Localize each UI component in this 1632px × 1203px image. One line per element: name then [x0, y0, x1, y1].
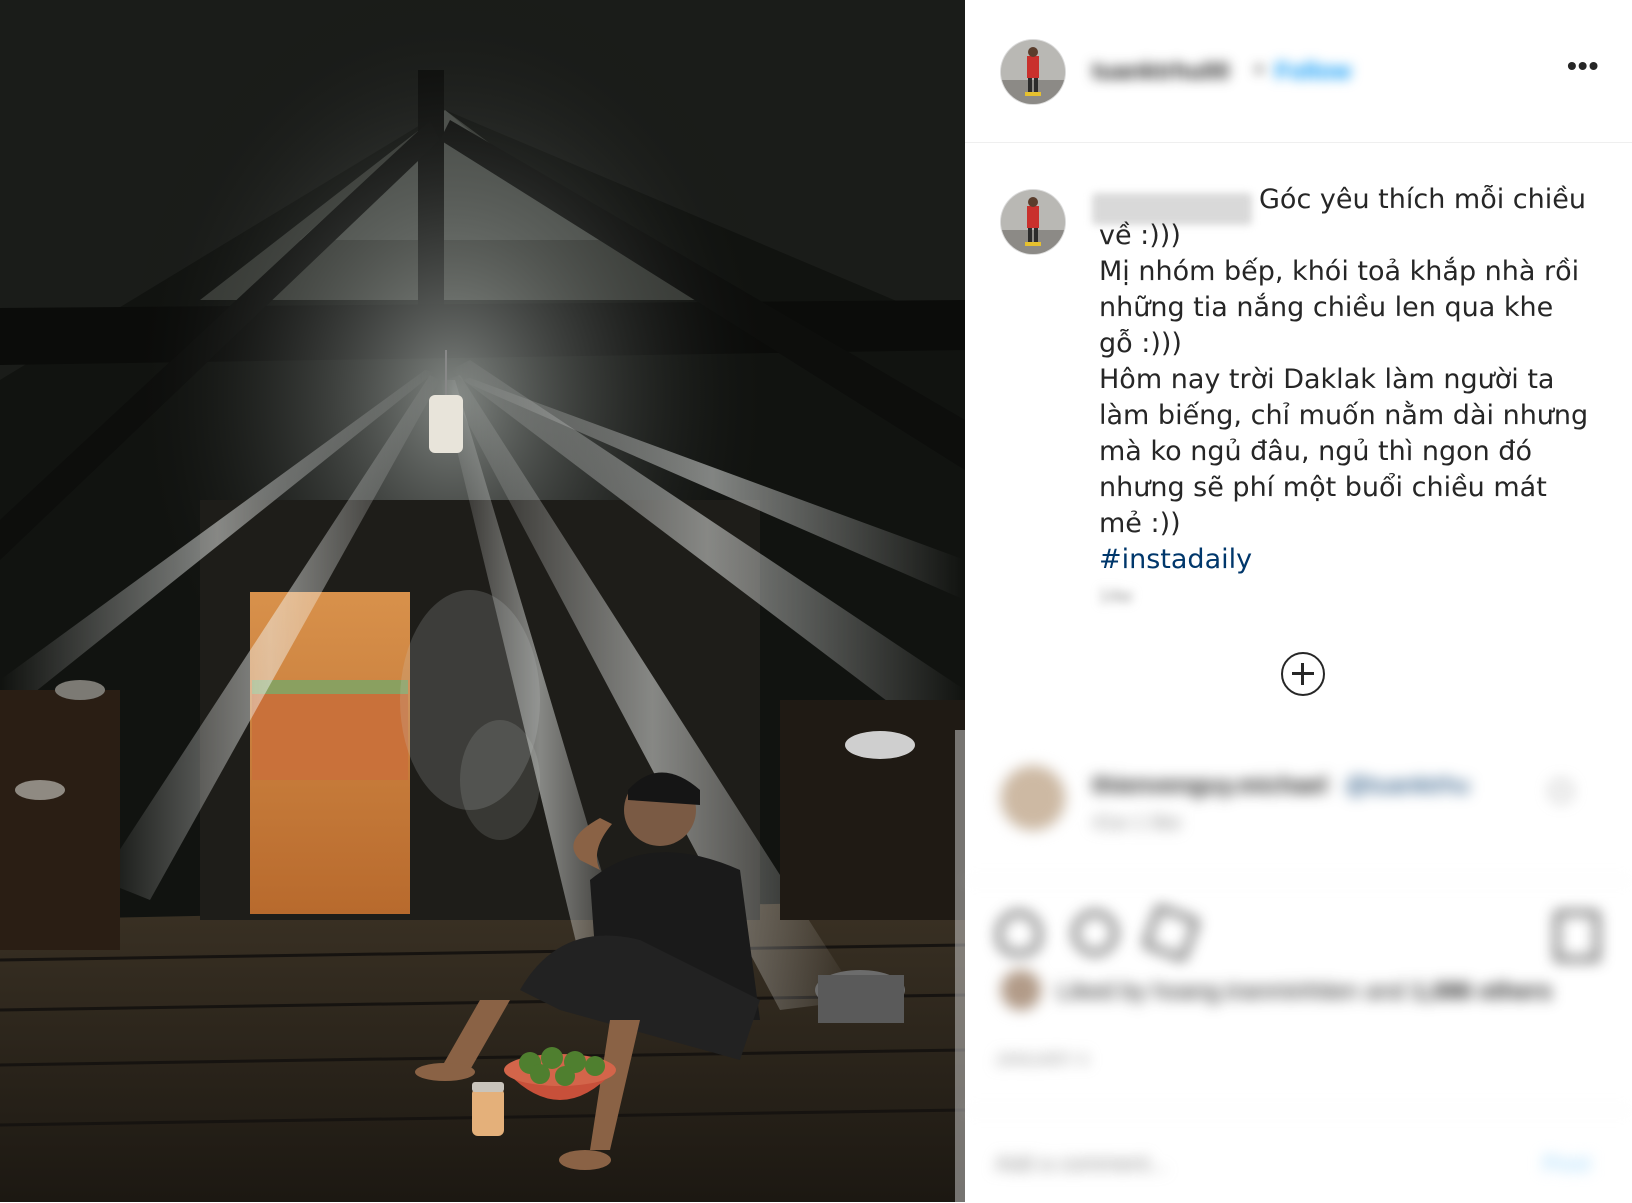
post-photo[interactable] — [0, 0, 965, 1202]
share-icon[interactable] — [1142, 904, 1200, 962]
post-side-panel: tuanktrhu00 • Follow ••• Góc yêu thích m… — [965, 0, 1632, 1202]
post-date: JANUARY 4 — [995, 1050, 1088, 1069]
follow-button[interactable]: Follow — [1275, 58, 1351, 86]
save-bookmark-icon[interactable] — [1555, 911, 1599, 961]
add-comment-input[interactable]: Add a comment... — [995, 1151, 1167, 1177]
comment-mention[interactable]: @tuanktrhu — [1345, 772, 1469, 800]
comment-like-icon[interactable] — [1550, 780, 1572, 802]
post-header: tuanktrhu00 • Follow ••• — [965, 0, 1632, 143]
separator-dot: • — [1255, 56, 1264, 83]
more-options-icon[interactable]: ••• — [1567, 52, 1599, 80]
caption-body: Góc yêu thích mỗi chiều về :))) Mị nhóm … — [1099, 184, 1589, 539]
load-more-comments-button[interactable] — [1281, 652, 1325, 696]
like-icon[interactable] — [997, 911, 1041, 955]
liker-avatar[interactable] — [1001, 970, 1041, 1010]
commenter-username[interactable]: thienvenguy.michael — [1092, 772, 1328, 800]
comment-icon[interactable] — [1073, 911, 1117, 955]
avatar-image — [1001, 190, 1065, 254]
post-comment-button[interactable]: Post — [1543, 1151, 1591, 1177]
author-avatar[interactable] — [1001, 40, 1065, 104]
commenter-avatar[interactable] — [1001, 766, 1065, 830]
caption-text: Góc yêu thích mỗi chiều về :))) Mị nhóm … — [1099, 182, 1589, 578]
avatar-image — [1001, 40, 1065, 104]
comments-and-actions: thienvenguy.michael @tuanktrhu 41w 1 lik… — [965, 730, 1632, 1202]
attic-photo-illustration — [0, 0, 965, 1202]
caption-avatar[interactable] — [1001, 190, 1065, 254]
caption-timestamp: 14w — [1099, 586, 1133, 606]
likes-text: Liked by hoang.tranminhtien and — [1057, 978, 1406, 1005]
hashtag-link[interactable]: #instadaily — [1099, 544, 1252, 575]
comment-meta: 41w 1 like — [1092, 812, 1181, 834]
likes-count[interactable]: 1,086 others — [1412, 978, 1552, 1005]
likes-summary[interactable]: Liked by hoang.tranminhtien and 1,086 ot… — [1057, 978, 1552, 1006]
action-bar — [965, 880, 1632, 962]
author-username[interactable]: tuanktrhu00 — [1092, 58, 1229, 86]
add-comment-bar: Add a comment... Post — [965, 1110, 1632, 1203]
